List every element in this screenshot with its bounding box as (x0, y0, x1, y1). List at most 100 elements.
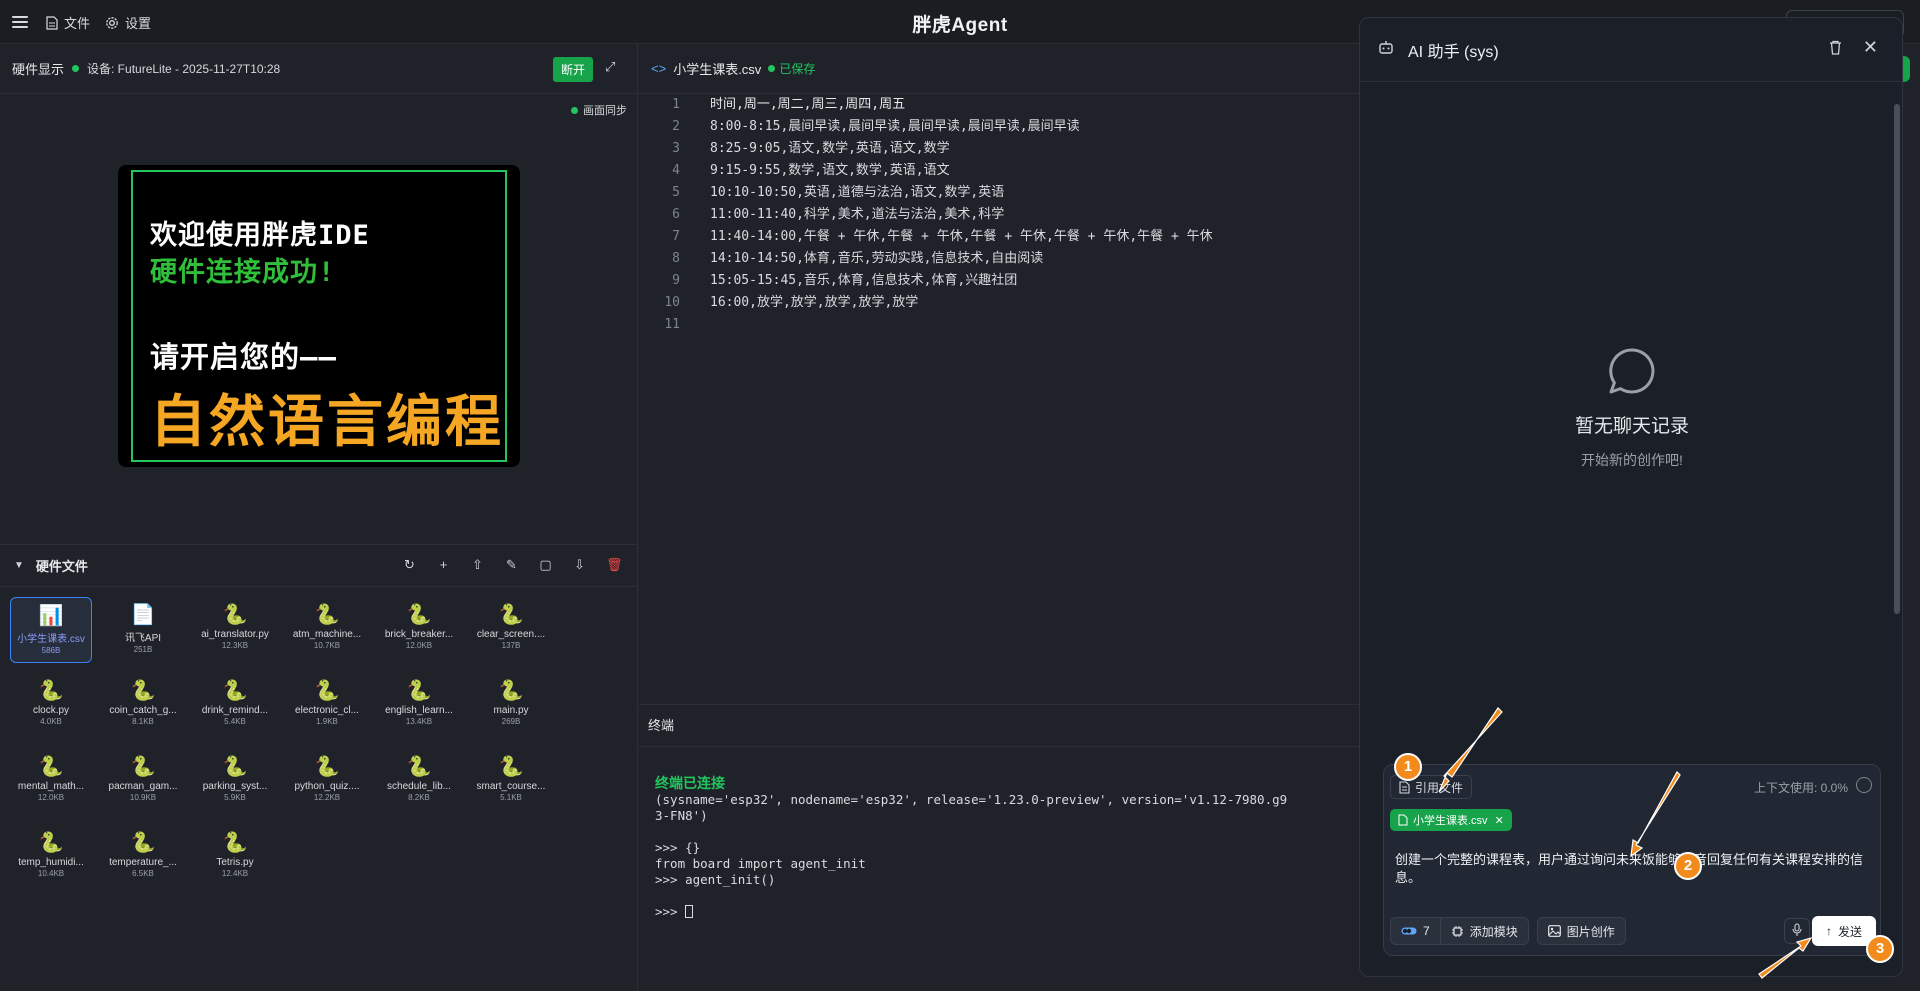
line-number: 1 (672, 97, 680, 112)
disconnect-button[interactable]: 断开 (553, 57, 594, 82)
module-count[interactable]: 7 (1391, 918, 1441, 944)
code-area[interactable]: 1 时间,周一,周二,周三,周四,周五 2 8:00-8:15,晨间早读,晨间早读,晨… (639, 94, 1359, 336)
annotation-badge-3: 3 (1866, 935, 1894, 963)
file-size: 12.2KB (313, 793, 341, 802)
line-number: 4 (672, 163, 680, 178)
file-item[interactable]: 🐍 coin_catch_g... 8.1KB (102, 673, 184, 739)
empty-chat-title: 暂无聊天记录 (1574, 416, 1689, 437)
screen-slogan-text: 自然语言编程 (150, 390, 504, 455)
code-text: 8:25-9:05,语文,数学,英语,语文,数学 (710, 141, 950, 156)
file-item[interactable]: 🐍 clock.py 4.0KB (10, 673, 92, 739)
hardware-files-panel: ▼ 硬件文件 ↻ + ⇧ ✎ ▢ ⇩ 🗑 📊 小学生课表.csv 586B 📄 讯飞AP… (0, 544, 638, 991)
edit-icon[interactable]: ✎ (504, 557, 519, 572)
file-name: temperature_... (109, 857, 177, 868)
file-size: 1.9KB (316, 717, 338, 726)
file-item[interactable]: 🐍 brick_breaker... 12.0KB (378, 597, 460, 663)
file-item[interactable]: 🐍 schedule_lib... 8.2KB (378, 749, 460, 815)
file-item[interactable]: 🐍 ai_translator.py 12.3KB (194, 597, 276, 663)
python-icon: 🐍 (314, 680, 340, 702)
file-size: 8.1KB (132, 717, 154, 726)
file-size: 251B (133, 645, 153, 654)
empty-chat-state: 暂无聊天记录 开始新的创作吧! (1360, 346, 1902, 470)
file-item[interactable]: 🐍 temperature_... 6.5KB (102, 825, 184, 891)
delete-icon[interactable]: 🗑 (606, 557, 623, 572)
chevron-down-icon[interactable]: ▼ (14, 560, 24, 571)
file-name: english_learn... (385, 705, 453, 716)
ai-header: AI 助手 (sys) ✕ (1360, 18, 1902, 82)
add-module-button[interactable]: 添加模块 (1441, 918, 1528, 944)
sync-dot (571, 106, 578, 114)
file-icon (1399, 780, 1410, 794)
file-name: electronic_cl... (295, 705, 359, 716)
python-icon: 🐍 (406, 756, 432, 778)
file-size: 269B (501, 717, 521, 726)
file-size: 12.3KB (221, 641, 249, 650)
download-icon[interactable]: ⇩ (572, 557, 587, 572)
file-item[interactable]: 🐍 main.py 269B (470, 673, 552, 739)
device-screen-display: 欢迎使用胖虎IDE 硬件连接成功! 请开启您的—— 自然语言编程 (131, 170, 507, 462)
file-item[interactable]: 🐍 mental_math... 12.0KB (10, 749, 92, 815)
hardware-display-panel: 硬件显示 设备: FutureLite - 2025-11-27T10:28 断… (0, 44, 638, 544)
file-name: clear_screen.... (476, 629, 546, 640)
python-icon: 🐍 (38, 832, 64, 854)
code-icon: <> (651, 61, 667, 76)
upload-icon[interactable]: ⇧ (470, 557, 485, 572)
code-line: 3 8:25-9:05,语文,数学,英语,语文,数学 (639, 138, 1359, 160)
file-item[interactable]: 🐍 python_quiz.... 12.2KB (286, 749, 368, 815)
prompt-input[interactable]: 创建一个完整的课程表，用户通过询问未来饭能够语音回复任何有关课程安排的信息。 (1395, 851, 1875, 887)
close-icon[interactable]: ✕ (1863, 37, 1878, 58)
chat-composer: 引用文件 上下文使用: 0.0% 小学生课表.csv ✕ 创建一个完整的课程表，… (1383, 764, 1881, 956)
python-icon: 🐍 (130, 832, 156, 854)
file-item[interactable]: 🐍 atm_machine... 10.7KB (286, 597, 368, 663)
file-item[interactable]: 🐍 clear_screen.... 137B (470, 597, 552, 663)
sync-label: 画面同步 (583, 105, 627, 117)
file-item[interactable]: 🐍 drink_remind... 5.4KB (194, 673, 276, 739)
send-label: 发送 (1837, 924, 1862, 939)
terminal-line: from board import agent_init (655, 856, 866, 871)
send-button[interactable]: ↑ 发送 (1811, 916, 1876, 946)
microphone-icon[interactable] (1784, 918, 1810, 944)
add-icon[interactable]: + (436, 557, 451, 572)
file-item[interactable]: 🐍 pacman_gam... 10.9KB (102, 749, 184, 815)
code-line: 11 (639, 314, 1359, 336)
refresh-icon[interactable]: ↻ (402, 557, 417, 572)
file-item[interactable]: 🐍 smart_course... 5.1KB (470, 749, 552, 815)
file-item[interactable]: 🐍 parking_syst... 5.9KB (194, 749, 276, 815)
device-screen: 欢迎使用胖虎IDE 硬件连接成功! 请开启您的—— 自然语言编程 (118, 165, 520, 467)
remove-attachment-icon[interactable]: ✕ (1495, 814, 1504, 827)
file-item[interactable]: 🐍 english_learn... 13.4KB (378, 673, 460, 739)
file-name: Tetris.py (216, 857, 254, 868)
terminal-line: >>> agent_init() (655, 872, 776, 887)
image-create-button[interactable]: 图片创作 (1536, 917, 1626, 945)
file-size: 586B (41, 646, 61, 655)
code-line: 1 时间,周一,周二,周三,周四,周五 (639, 94, 1359, 116)
file-item[interactable]: 📄 讯飞API 251B (102, 597, 184, 663)
file-item[interactable]: 🐍 Tetris.py 12.4KB (194, 825, 276, 891)
files-title: 硬件文件 (35, 559, 88, 574)
python-icon: 🐍 (314, 756, 340, 778)
python-icon: 🐍 (222, 604, 248, 626)
saved-status: 已保存 (768, 60, 815, 77)
attached-file-chip[interactable]: 小学生课表.csv ✕ (1390, 809, 1512, 831)
terminal-output[interactable]: 终端已连接 (sysname='esp32', nodename='esp32'… (655, 776, 1287, 920)
file-name: atm_machine... (292, 629, 362, 640)
file-item[interactable]: 🐍 temp_humidi... 10.4KB (10, 825, 92, 891)
trash-icon[interactable] (1829, 40, 1842, 58)
code-text: 8:00-8:15,晨间早读,晨间早读,晨间早读,晨间早读,晨间早读 (710, 119, 1080, 134)
code-text: 14:10-14:50,体育,音乐,劳动实践,信息技术,自由阅读 (710, 251, 1044, 266)
code-line: 4 9:15-9:55,数学,语文,数学,英语,语文 (639, 160, 1359, 182)
expand-icon[interactable]: ⤢ (605, 60, 619, 74)
image-create-label: 图片创作 (1566, 924, 1615, 939)
screen-prompt-text: 请开启您的—— (150, 340, 337, 374)
file-item[interactable]: 🐍 electronic_cl... 1.9KB (286, 673, 368, 739)
select-icon[interactable]: ▢ (538, 557, 553, 572)
editor-tab[interactable]: <> 小学生课表.csv 已保存 (639, 44, 1359, 94)
file-name: 讯飞API (124, 633, 162, 644)
python-icon: 🐍 (498, 756, 524, 778)
python-icon: 🐍 (130, 756, 156, 778)
image-icon (1547, 925, 1561, 937)
screen-sync-status: 画面同步 (571, 102, 627, 118)
file-item[interactable]: 📊 小学生课表.csv 586B (10, 597, 92, 663)
file-size: 10.4KB (37, 869, 65, 878)
connection-status-dot (72, 65, 80, 72)
